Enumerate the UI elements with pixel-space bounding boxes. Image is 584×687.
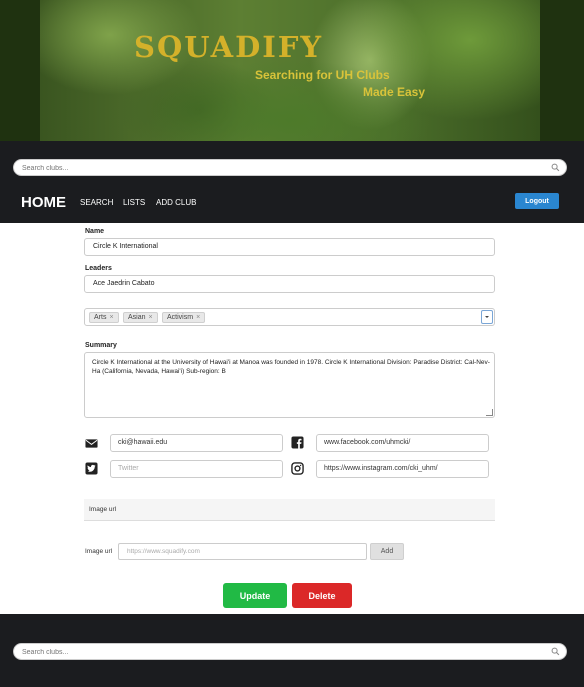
instagram-field[interactable]: https://www.instagram.com/cki_uhm/: [316, 460, 489, 478]
tag-asian[interactable]: Asian ×: [123, 312, 158, 323]
add-image-button[interactable]: Add: [370, 543, 404, 560]
banner: SQUADIFY Searching for UH Clubs Made Eas…: [0, 0, 584, 141]
summary-textarea[interactable]: Circle K International at the University…: [84, 352, 495, 418]
tag-arts[interactable]: Arts ×: [89, 312, 119, 323]
nav-search[interactable]: SEARCH: [80, 198, 113, 207]
logo-tagline: Made Easy: [363, 85, 426, 99]
tag-label: Activism: [167, 314, 194, 321]
leaders-value: Ace Jaedrin Cabato: [93, 280, 155, 287]
summary-value: Circle K International at the University…: [92, 359, 490, 375]
name-value: Circle K International: [93, 243, 158, 250]
resize-handle-icon[interactable]: [486, 409, 493, 416]
logo-tagline: Searching for UH Clubs: [255, 68, 390, 82]
footer: [0, 614, 584, 687]
email-field[interactable]: cki@hawaii.edu: [110, 434, 283, 452]
email-icon: [85, 439, 98, 448]
summary-label: Summary: [85, 342, 117, 349]
footer-search-box[interactable]: [13, 643, 567, 660]
delete-button[interactable]: Delete: [292, 583, 352, 608]
footer-search-input[interactable]: [22, 647, 522, 657]
banner-edge: [540, 0, 584, 141]
remove-tag-icon[interactable]: ×: [196, 314, 200, 321]
logout-button[interactable]: Logout: [515, 193, 559, 209]
image-url-section: Image url: [84, 499, 495, 521]
nav-lists[interactable]: LISTS: [123, 198, 145, 207]
image-section-label: Image url: [89, 506, 117, 513]
name-field[interactable]: Circle K International: [84, 238, 495, 256]
instagram-value: https://www.instagram.com/cki_uhm/: [324, 465, 438, 472]
twitter-field[interactable]: Twitter: [110, 460, 283, 478]
image-url-label: Image url: [85, 548, 113, 555]
twitter-placeholder: Twitter: [118, 465, 139, 472]
remove-tag-icon[interactable]: ×: [109, 314, 113, 321]
banner-edge: [0, 0, 40, 141]
facebook-field[interactable]: www.facebook.com/uhmcki/: [316, 434, 489, 452]
search-box[interactable]: [13, 159, 567, 176]
update-button[interactable]: Update: [223, 583, 287, 608]
leaders-label: Leaders: [85, 265, 112, 272]
chevron-down-icon[interactable]: [481, 310, 493, 324]
leaders-field[interactable]: Ace Jaedrin Cabato: [84, 275, 495, 293]
tag-activism[interactable]: Activism ×: [162, 312, 206, 323]
top-search-bar: [0, 141, 584, 183]
name-label: Name: [85, 228, 105, 235]
facebook-value: www.facebook.com/uhmcki/: [324, 439, 411, 446]
navbar: HOME SEARCH LISTS ADD CLUB Logout: [0, 183, 584, 223]
nav-add-club[interactable]: ADD CLUB: [156, 198, 196, 207]
search-input[interactable]: [22, 163, 522, 173]
twitter-icon: [85, 462, 98, 475]
image-url-placeholder: https://www.squadify.com: [127, 548, 200, 555]
instagram-icon: [291, 462, 304, 475]
tags-select[interactable]: Arts × Asian × Activism ×: [84, 308, 495, 326]
tag-label: Arts: [94, 314, 107, 321]
email-value: cki@hawaii.edu: [118, 439, 168, 446]
nav-home[interactable]: HOME: [21, 194, 66, 211]
search-icon[interactable]: [551, 647, 560, 656]
tag-label: Asian: [128, 314, 146, 321]
search-icon[interactable]: [551, 163, 560, 172]
facebook-icon: [291, 436, 304, 449]
logo-title: SQUADIFY: [134, 30, 324, 64]
image-url-input[interactable]: https://www.squadify.com: [118, 543, 367, 560]
remove-tag-icon[interactable]: ×: [149, 314, 153, 321]
